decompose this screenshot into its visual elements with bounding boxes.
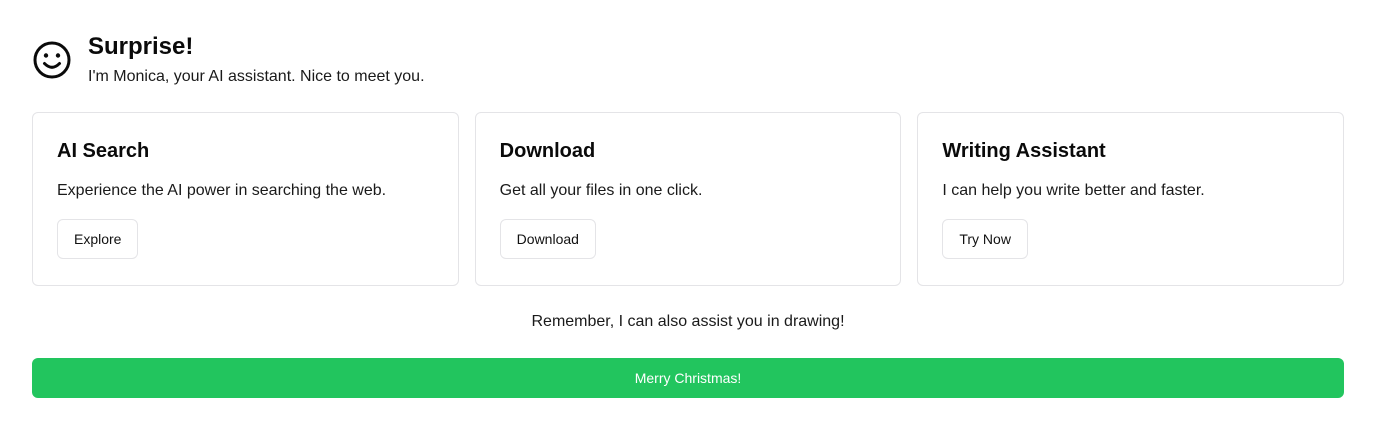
card-description: Get all your files in one click. — [499, 182, 703, 199]
download-button[interactable]: Download — [499, 219, 596, 259]
card-title: Writing Assistant — [942, 140, 1106, 162]
card-download: Download Get all your files in one click… — [474, 112, 902, 286]
greeting-text: Surprise! I'm Monica, your AI assistant.… — [88, 33, 425, 87]
drawing-reminder: Remember, I can also assist you in drawi… — [531, 313, 845, 330]
explore-button[interactable]: Explore — [57, 219, 139, 259]
greeting-title: Surprise! — [88, 33, 194, 60]
page: Surprise! I'm Monica, your AI assistant.… — [0, 0, 1376, 430]
merry-christmas-button[interactable]: Merry Christmas! — [32, 358, 1344, 398]
greeting-header: Surprise! I'm Monica, your AI assistant.… — [32, 33, 425, 87]
card-description: I can help you write better and faster. — [942, 182, 1205, 199]
card-title: Download — [499, 140, 596, 162]
card-title: AI Search — [57, 140, 150, 162]
smiley-icon — [33, 41, 71, 79]
card-description: Experience the AI power in searching the… — [57, 182, 387, 199]
try-now-button[interactable]: Try Now — [942, 219, 1028, 259]
feature-cards: AI Search Experience the AI power in sea… — [32, 112, 1345, 286]
card-writing-assistant: Writing Assistant I can help you write b… — [917, 112, 1345, 286]
greeting-subtitle: I'm Monica, your AI assistant. Nice to m… — [88, 68, 425, 85]
card-ai-search: AI Search Experience the AI power in sea… — [32, 112, 459, 286]
